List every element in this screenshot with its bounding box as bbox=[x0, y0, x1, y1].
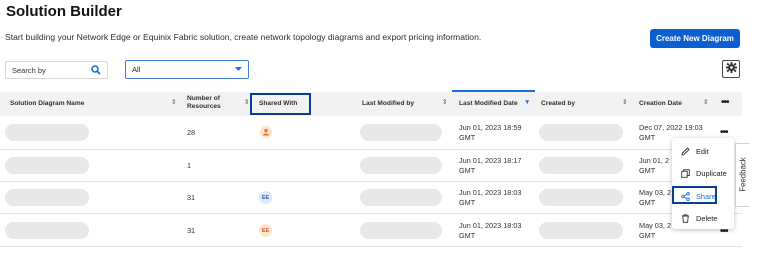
resources-count: 31 bbox=[187, 226, 196, 235]
last-modified-date: Jun 01, 2023 18:17 GMT bbox=[459, 156, 521, 176]
sort-icon[interactable]: ⇕ bbox=[171, 98, 176, 106]
col-last-modified-date[interactable]: Last Modified Date bbox=[459, 100, 518, 108]
feedback-label: Feedback bbox=[738, 157, 748, 192]
menu-item-delete[interactable]: Delete bbox=[672, 208, 734, 228]
resources-count: 1 bbox=[187, 161, 192, 170]
creation-date-text: Jun 01, 2 bbox=[639, 156, 670, 165]
row-divider bbox=[0, 181, 742, 182]
sort-desc-icon[interactable]: ▼ bbox=[524, 99, 530, 106]
creation-date-text: Dec 07, 2022 19:03 bbox=[639, 123, 703, 132]
col-solution-diagram-name[interactable]: Solution Diagram Name bbox=[10, 100, 84, 108]
row-context-menu: Edit Duplicate Share Delete bbox=[672, 138, 734, 229]
creation-date-text: May 03, 2 bbox=[639, 221, 672, 230]
chevron-down-icon bbox=[235, 65, 242, 74]
menu-item-duplicate[interactable]: Duplicate bbox=[672, 163, 734, 183]
creation-tz-text: GMT bbox=[639, 231, 656, 240]
creation-tz-text: GMT bbox=[639, 198, 656, 207]
last-modified-date: Jun 01, 2023 18:03 GMT bbox=[459, 221, 521, 241]
sort-icon[interactable]: ⇕ bbox=[244, 98, 249, 106]
resources-count: 31 bbox=[187, 193, 196, 202]
col-created-by[interactable]: Created by bbox=[541, 100, 575, 108]
feedback-tab[interactable]: Feedback bbox=[735, 143, 749, 207]
creation-date: May 03, 2 GMT bbox=[639, 221, 671, 241]
col-creation-date[interactable]: Creation Date bbox=[639, 100, 682, 108]
highlight-box-shared-with bbox=[250, 93, 311, 115]
last-modified-date: Jun 01, 2023 18:59 GMT bbox=[459, 123, 521, 143]
menu-item-label: Edit bbox=[696, 146, 709, 156]
redacted-modified-by bbox=[360, 124, 442, 141]
sort-icon[interactable]: ⇕ bbox=[622, 98, 627, 106]
col-resources-line1: Number of bbox=[187, 95, 220, 102]
redacted-name bbox=[5, 222, 89, 239]
redacted-created-by bbox=[539, 157, 623, 174]
filter-select-value: All bbox=[132, 65, 141, 74]
sort-icon[interactable]: ⇕ bbox=[703, 98, 708, 106]
modified-date-text: Jun 01, 2023 18:17 bbox=[459, 156, 522, 165]
shared-avatar-initials: EE bbox=[259, 224, 272, 237]
modified-date-text: Jun 01, 2023 18:03 bbox=[459, 188, 522, 197]
redacted-created-by bbox=[539, 124, 623, 141]
modified-date-text: Jun 01, 2023 18:59 bbox=[459, 123, 522, 132]
modified-tz-text: GMT bbox=[459, 231, 476, 240]
duplicate-icon bbox=[680, 168, 690, 178]
modified-tz-text: GMT bbox=[459, 133, 476, 142]
menu-item-edit[interactable]: Edit bbox=[672, 141, 734, 161]
trash-icon bbox=[680, 213, 690, 223]
creation-date: Jun 01, 2 GMT bbox=[639, 156, 669, 176]
redacted-modified-by bbox=[360, 189, 442, 206]
redacted-name bbox=[5, 189, 89, 206]
creation-tz-text: GMT bbox=[639, 166, 656, 175]
redacted-created-by bbox=[539, 189, 623, 206]
row-divider bbox=[0, 149, 742, 150]
shared-avatar-initials: EE bbox=[259, 191, 272, 204]
page-title: Solution Builder bbox=[6, 3, 122, 20]
redacted-name bbox=[5, 157, 89, 174]
redacted-modified-by bbox=[360, 157, 442, 174]
col-resources-line2: Resources bbox=[187, 103, 221, 110]
active-sort-indicator bbox=[452, 90, 535, 92]
search-icon[interactable] bbox=[91, 65, 101, 75]
user-icon bbox=[260, 126, 272, 138]
redacted-name bbox=[5, 124, 89, 141]
row-divider bbox=[0, 213, 742, 214]
modified-tz-text: GMT bbox=[459, 166, 476, 175]
filter-select[interactable]: All bbox=[125, 60, 249, 79]
settings-button[interactable] bbox=[722, 60, 740, 78]
creation-date-text: May 03, 2 bbox=[639, 188, 672, 197]
search-placeholder: Search by bbox=[12, 65, 46, 75]
more-options-icon[interactable]: ••• bbox=[721, 97, 729, 108]
col-number-of-resources[interactable]: Number of Resources bbox=[187, 95, 221, 111]
redacted-modified-by bbox=[360, 222, 442, 239]
search-input[interactable]: Search by bbox=[5, 61, 108, 79]
page-subtitle: Start building your Network Edge or Equi… bbox=[5, 32, 482, 42]
row-divider bbox=[0, 246, 742, 247]
menu-item-label: Delete bbox=[696, 213, 718, 223]
gear-icon bbox=[725, 60, 737, 78]
redacted-created-by bbox=[539, 222, 623, 239]
pencil-icon bbox=[680, 146, 690, 156]
modified-date-text: Jun 01, 2023 18:03 bbox=[459, 221, 522, 230]
sort-icon[interactable]: ⇕ bbox=[442, 98, 447, 106]
highlight-box-share bbox=[672, 186, 717, 204]
create-new-diagram-button[interactable]: Create New Diagram bbox=[650, 29, 740, 48]
col-last-modified-by[interactable]: Last Modified by bbox=[362, 100, 414, 108]
modified-tz-text: GMT bbox=[459, 198, 476, 207]
last-modified-date: Jun 01, 2023 18:03 GMT bbox=[459, 188, 521, 208]
menu-item-label: Duplicate bbox=[696, 168, 727, 178]
row-actions-icon[interactable]: ••• bbox=[720, 127, 728, 138]
creation-date: May 03, 2 GMT bbox=[639, 188, 671, 208]
resources-count: 28 bbox=[187, 128, 196, 137]
